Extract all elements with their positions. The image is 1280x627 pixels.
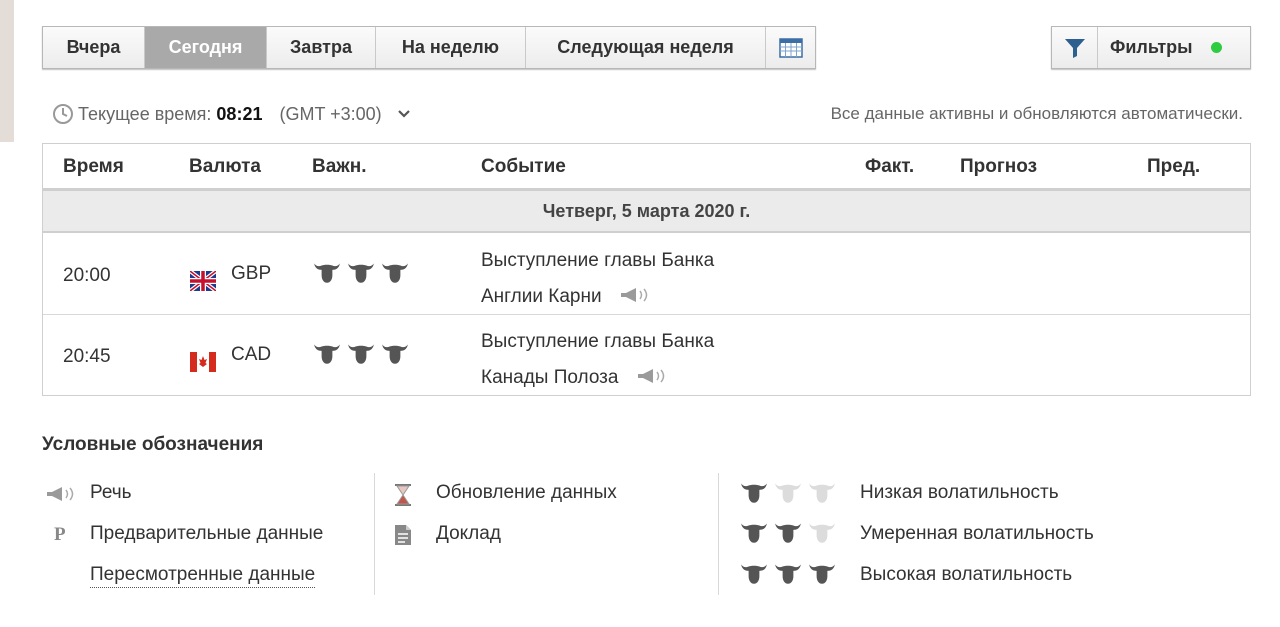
event-line-2-wrap: Англии Карни bbox=[481, 279, 714, 315]
event-line-2: Канады Полоза bbox=[481, 367, 619, 388]
clock-icon bbox=[53, 104, 73, 124]
bull-icon bbox=[313, 260, 341, 284]
filters-status-dot bbox=[1210, 42, 1222, 53]
legend-revised: Пересмотренные данные bbox=[90, 564, 316, 588]
filters-label-wrap: Фильтры bbox=[1098, 27, 1250, 68]
tab-yesterday[interactable]: Вчера bbox=[43, 27, 145, 68]
table-row[interactable]: 20:45 CAD Выступление главы Банка Канады… bbox=[43, 316, 1250, 396]
header-forecast: Прогноз bbox=[960, 156, 1038, 177]
speech-icon bbox=[620, 288, 648, 302]
high-volatility-bulls bbox=[740, 561, 836, 585]
gb-flag-icon bbox=[190, 271, 216, 291]
bull-icon bbox=[347, 341, 375, 365]
header-importance: Важн. bbox=[312, 156, 367, 177]
header-event: Событие bbox=[481, 156, 566, 177]
calendar-button[interactable] bbox=[766, 27, 815, 68]
economic-calendar-table: Время Валюта Важн. Событие Факт. Прогноз… bbox=[42, 143, 1251, 396]
bull-icon bbox=[313, 341, 341, 365]
table-row[interactable]: 20:00 GBP Выступление главы Банка Англии… bbox=[43, 235, 1250, 315]
filters-label: Фильтры bbox=[1110, 37, 1193, 57]
current-time-bar: Текущее время: 08:21 (GMT +3:00) bbox=[52, 100, 410, 128]
report-icon bbox=[395, 525, 411, 545]
event-name[interactable]: Выступление главы Банка Канады Полоза bbox=[481, 324, 714, 396]
header-currency: Валюта bbox=[189, 156, 261, 177]
bull-icon bbox=[774, 561, 802, 585]
event-currency: CAD bbox=[231, 344, 272, 365]
hourglass-icon bbox=[395, 484, 411, 506]
legend-preliminary: Предварительные данные bbox=[90, 523, 324, 544]
event-time: 20:45 bbox=[63, 346, 111, 367]
event-line-1: Выступление главы Банка bbox=[481, 250, 715, 271]
event-name[interactable]: Выступление главы Банка Англии Карни bbox=[481, 243, 714, 315]
ca-flag-icon bbox=[190, 352, 216, 372]
tab-next-week[interactable]: Следующая неделя bbox=[526, 27, 766, 68]
bull-icon bbox=[808, 520, 836, 544]
period-tabs: Вчера Сегодня Завтра На неделю Следующая… bbox=[42, 26, 816, 69]
bull-icon bbox=[381, 341, 409, 365]
legend-speech: Речь bbox=[90, 482, 132, 503]
legend-report: Доклад bbox=[436, 523, 501, 544]
bull-icon bbox=[774, 480, 802, 504]
chevron-down-icon[interactable] bbox=[397, 110, 410, 118]
background-edge bbox=[0, 0, 14, 142]
moderate-volatility-bulls bbox=[740, 520, 836, 544]
bull-icon bbox=[740, 561, 768, 585]
event-line-1: Выступление главы Банка bbox=[481, 331, 715, 352]
importance-bulls bbox=[313, 341, 409, 365]
header-actual: Факт. bbox=[865, 156, 915, 177]
importance-bulls bbox=[313, 260, 409, 284]
table-header: Время Валюта Важн. Событие Факт. Прогноз… bbox=[43, 144, 1250, 191]
legend-divider bbox=[374, 473, 375, 595]
current-time-value: 08:21 bbox=[216, 103, 263, 124]
current-time-label: Текущее время: bbox=[78, 103, 212, 124]
speech-icon bbox=[47, 487, 74, 501]
auto-update-note: Все данные активны и обновляются автомат… bbox=[830, 104, 1243, 123]
bull-icon bbox=[740, 520, 768, 544]
bull-icon bbox=[347, 260, 375, 284]
bull-icon bbox=[381, 260, 409, 284]
day-header: Четверг, 5 марта 2020 г. bbox=[43, 191, 1250, 233]
legend-moderate-volatility: Умеренная волатильность bbox=[860, 523, 1094, 544]
filter-icon bbox=[1064, 38, 1085, 58]
bull-icon bbox=[740, 480, 768, 504]
calendar-icon bbox=[778, 37, 803, 58]
tab-this-week[interactable]: На неделю bbox=[376, 27, 526, 68]
legend-data-update: Обновление данных bbox=[436, 482, 617, 503]
tab-today[interactable]: Сегодня bbox=[145, 27, 267, 68]
legend-low-volatility: Низкая волатильность bbox=[860, 482, 1059, 503]
legend-divider bbox=[718, 473, 719, 595]
preliminary-icon: P bbox=[54, 524, 66, 545]
tab-tomorrow[interactable]: Завтра bbox=[267, 27, 376, 68]
low-volatility-bulls bbox=[740, 480, 836, 504]
legend-title: Условные обозначения bbox=[42, 434, 264, 455]
bull-icon bbox=[808, 561, 836, 585]
timezone-selector[interactable]: (GMT +3:00) bbox=[279, 104, 381, 125]
filters-button[interactable]: Фильтры bbox=[1051, 26, 1251, 69]
event-currency: GBP bbox=[231, 263, 272, 284]
legend-high-volatility: Высокая волатильность bbox=[860, 564, 1073, 585]
header-previous: Пред. bbox=[1147, 156, 1201, 177]
filter-icon-wrap bbox=[1052, 27, 1098, 68]
event-time: 20:00 bbox=[63, 265, 111, 286]
bull-icon bbox=[808, 480, 836, 504]
header-time: Время bbox=[63, 156, 124, 177]
bull-icon bbox=[774, 520, 802, 544]
speech-icon bbox=[637, 369, 664, 383]
event-line-2-wrap: Канады Полоза bbox=[481, 360, 714, 396]
event-line-2: Англии Карни bbox=[481, 286, 602, 307]
